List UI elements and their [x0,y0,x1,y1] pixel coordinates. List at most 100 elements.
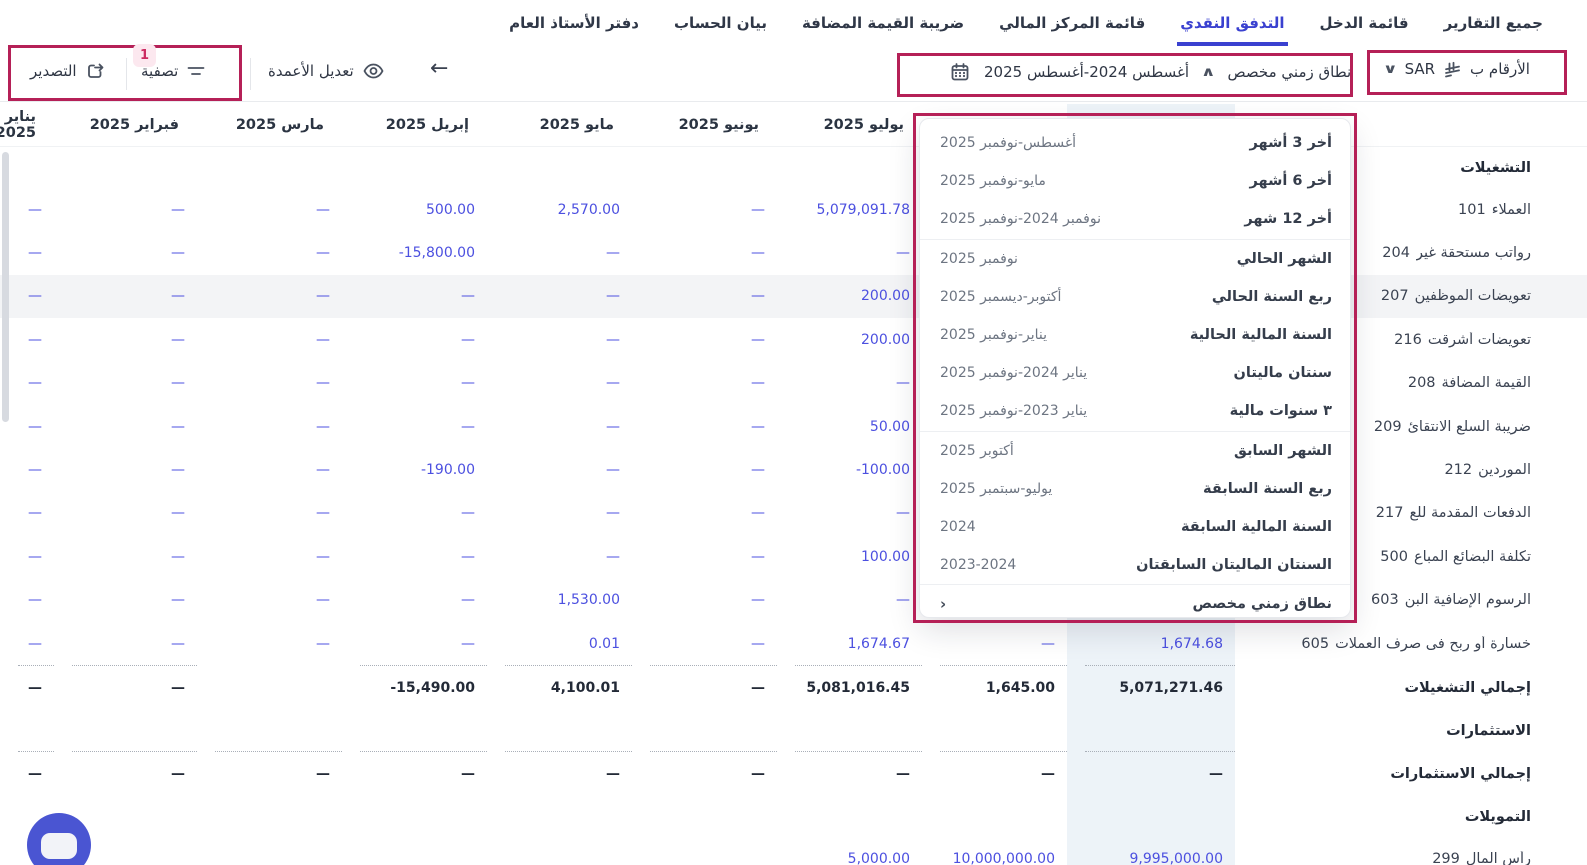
value-cell [1067,796,1235,837]
currency-selector[interactable]: الأرقام ب SAR ∨ [1385,60,1530,78]
value-cell [215,665,342,710]
cell-value: 1,674.68 [1161,636,1223,652]
report-tabs: جميع التقارير قائمة الدخل التدفق النقدي قائ… [0,0,1587,46]
value-cell: — [72,665,197,710]
value-cell [197,147,342,188]
value-cell[interactable]: 10,000,000.00 [922,837,1067,865]
cell-value: — [751,419,765,435]
month-column-header[interactable]: مارس 2025 [197,104,342,146]
export-button[interactable]: التصدير [30,62,105,80]
account-name: الاستثمارات [1446,723,1531,739]
value-cell: — [360,751,487,796]
value-cell [197,796,342,837]
value-cell[interactable]: 5,079,091.78 [777,188,922,231]
month-column-header[interactable]: إبريل 2025 [342,104,487,146]
value-cell: — [922,622,1067,665]
value-cell: — [54,275,197,318]
value-cell[interactable]: 1,645.00 [940,665,1067,710]
report-tab[interactable]: التدفق النقدي [1180,0,1284,46]
value-cell [342,796,487,837]
cell-value: 5,071,271.46 [1119,680,1223,696]
date-range-option[interactable]: أخر 6 أشهرمايو-نوفمبر 2025 [920,162,1350,200]
value-cell[interactable]: 5,000.00 [777,837,922,865]
date-range-option[interactable]: الشهر الحالينوفمبر 2025 [920,240,1350,278]
value-cell: — [487,318,632,361]
cell-value: -15,490.00 [390,680,475,696]
cell-value: — [751,462,765,478]
export-icon [86,62,105,80]
cell-value: — [28,202,42,218]
date-range-option-label: السنة المالية الحالية [1190,327,1332,343]
value-cell[interactable]: 200.00 [777,275,922,318]
report-tab[interactable]: قائمة الدخل [1320,0,1409,46]
report-tab[interactable]: دفتر الأستاذ العام [509,0,639,46]
value-cell: — [197,188,342,231]
edit-columns-button[interactable]: تعديل الأعمدة [268,62,384,80]
month-column-header[interactable]: يناير 2025 [0,104,54,146]
currency-code: SAR [1405,60,1435,78]
value-cell[interactable]: 1,674.67 [777,622,922,665]
cell-value: 5,079,091.78 [816,202,910,218]
value-cell[interactable]: 2,570.00 [487,188,632,231]
value-cell[interactable]: 200.00 [777,318,922,361]
date-range-option[interactable]: أخر 3 أشهرأغسطس-نوفمبر 2025 [920,124,1350,162]
row-label[interactable]: خسارة أو ربح فى صرف العملات605 [1235,622,1587,665]
date-range-option-value: نوفمبر 2025 [940,251,1018,267]
value-cell[interactable]: 50.00 [777,405,922,448]
value-cell[interactable]: 0.01 [487,622,632,665]
month-column-header[interactable]: يوليو 2025 [777,104,922,146]
value-cell[interactable]: 5,081,016.45 [795,665,922,710]
date-range-option[interactable]: السنة المالية السابقة 2024 [920,508,1350,546]
back-arrow-button[interactable]: ← [430,56,448,81]
value-cell: — [632,275,777,318]
date-range-selector[interactable]: نطاق زمني مخصص ∧ أغسطس 2024-أغسطس 2025 [950,62,1351,82]
account-code: 216 [1394,332,1422,348]
cell-value: — [896,245,910,261]
account-name: التمويلات [1465,809,1531,825]
cell-value: 9,995,000.00 [1129,851,1223,865]
value-cell[interactable]: 100.00 [777,535,922,578]
date-range-option-label: السنة المالية السابقة [1181,519,1332,535]
edit-columns-label: تعديل الأعمدة [268,62,354,80]
date-range-option[interactable]: ٣ سنوات ماليةيناير 2023-نوفمبر 2025 [920,392,1350,430]
date-range-option[interactable]: الشهر السابقأكتوبر 2025 [920,432,1350,470]
vertical-scrollbar-thumb[interactable] [2,152,9,422]
account-code: 209 [1374,419,1402,435]
value-cell[interactable]: 1,530.00 [487,579,632,622]
report-tab[interactable]: بيان الحساب [674,0,767,46]
date-range-option[interactable]: ربع السنة الحاليأكتوبر-ديسمبر 2025 [920,278,1350,316]
value-cell[interactable]: 9,995,000.00 [1067,837,1235,865]
value-cell[interactable]: 4,100.01 [505,665,632,710]
report-tab[interactable]: ضريبة القيمة المضافة [802,0,964,46]
report-tab[interactable]: قائمة المركز المالي [999,0,1145,46]
month-column-header[interactable]: مايو 2025 [487,104,632,146]
value-cell[interactable]: 1,674.68 [1067,622,1235,665]
value-cell[interactable]: -100.00 [777,448,922,491]
cell-value: — [751,592,765,608]
month-column-header[interactable]: فبراير 2025 [54,104,197,146]
month-column-header[interactable]: يونيو 2025 [632,104,777,146]
value-cell: — [632,318,777,361]
value-cell[interactable]: -15,490.00 [360,665,487,710]
date-range-option[interactable]: أخر 12 شهرنوفمبر 2024-نوفمبر 2025 [920,200,1350,238]
value-cell [777,710,922,751]
toolbar-divider [250,58,251,90]
account-code: 204 [1382,245,1410,261]
value-cell: — [487,275,632,318]
cell-value: — [171,680,185,696]
date-range-option[interactable]: سنتان ماليتانيناير 2024-نوفمبر 2025 [920,354,1350,392]
value-cell[interactable]: 500.00 [342,188,487,231]
date-range-option[interactable]: السنتان الماليتان السابقتان2023-2024 [920,546,1350,584]
date-range-option[interactable]: نطاق زمني مخصص‹ [920,585,1350,618]
section-row: التمويلات [0,796,1587,837]
date-range-option-value: 2024 [940,519,976,535]
date-range-option[interactable]: ربع السنة السابقةيوليو-سبتمبر 2025 [920,470,1350,508]
date-range-option[interactable]: السنة المالية الحاليةيناير-نوفمبر 2025 [920,316,1350,354]
value-cell[interactable]: 5,071,271.46 [1085,665,1235,710]
report-tab[interactable]: جميع التقارير [1444,0,1543,46]
value-cell: — [777,362,922,405]
value-cell[interactable]: -15,800.00 [342,231,487,274]
row-label[interactable]: رأس المال299 [1235,837,1587,865]
value-cell[interactable]: -190.00 [342,448,487,491]
date-range-option-value: مايو-نوفمبر 2025 [940,173,1046,189]
